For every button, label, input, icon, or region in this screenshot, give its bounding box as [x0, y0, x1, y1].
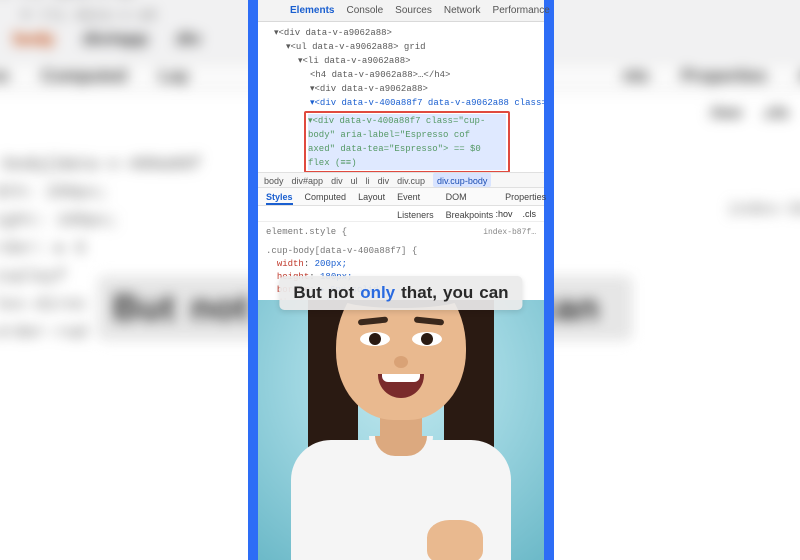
nose-icon [394, 356, 408, 368]
bg-crumb-app: div#app [81, 21, 151, 60]
dom-node[interactable]: ▾<li data-v-a9062a88> [264, 54, 538, 68]
bg-tab: Properties [681, 62, 766, 92]
crumb[interactable]: div [331, 173, 343, 187]
crumb[interactable]: ul [351, 173, 358, 187]
dom-node[interactable]: <h4 data-v-a9062a88>…</h4> [264, 68, 538, 82]
bg-css-val: 180px; [56, 211, 118, 230]
caption-bar: But not only that, you can [279, 276, 522, 310]
hov-toggle[interactable]: :hov [495, 206, 512, 222]
bg-cls: .cls [762, 103, 789, 125]
css-val[interactable]: 200px; [315, 259, 347, 269]
bg-dom-line: ▸ <li data-v-a9 [0, 0, 135, 4]
presenter-collar [369, 436, 433, 462]
cls-toggle[interactable]: .cls [523, 206, 537, 222]
caption-word: But [113, 286, 176, 329]
subtab-computed[interactable]: Computed [305, 188, 347, 205]
bg-tab: es [0, 62, 9, 92]
bg-tab: nts [623, 62, 649, 92]
bg-css-block: -body[data-v-400a88f dth: 200px; ight: 1… [0, 150, 201, 347]
bg-css-prop: ight [0, 211, 35, 230]
styles-subtabs: Styles Computed Layout Event Listeners D… [258, 188, 544, 206]
css-prop[interactable]: width [277, 259, 304, 269]
presenter-head [336, 300, 466, 420]
caption-word: that, [401, 282, 437, 304]
devtools-panel: Elements Console Sources Network Perform… [258, 0, 544, 316]
tab-elements[interactable]: Elements [290, 0, 334, 22]
presenter-video [258, 300, 544, 560]
mouth-icon [378, 374, 424, 398]
dom-selected-line: axed" data-tea="Espresso"> == $0 flex (≡… [308, 142, 506, 170]
bg-css-prop: lex-direc [0, 295, 87, 314]
caption-word: But [293, 282, 321, 304]
dom-node[interactable]: ▾<div data-v-a9062a88> [264, 26, 538, 40]
bg-css-source: index-b8 [727, 200, 800, 219]
stage: ▸ <li data-v-a9 ▾ <li data-v-a9 body div… [0, 0, 800, 560]
bg-tab: Computed [41, 62, 126, 92]
subtab-styles[interactable]: Styles [266, 188, 293, 205]
subtab-layout[interactable]: Layout [358, 188, 385, 205]
caption-word: you [443, 282, 473, 304]
bg-crumb-div: div [174, 21, 203, 60]
brow-icon [358, 316, 388, 325]
bg-css-prop: dth [0, 183, 25, 202]
dom-node[interactable]: ▾<ul data-v-a9062a88> grid [264, 40, 538, 54]
subtab-properties[interactable]: Properties [505, 188, 546, 205]
bg-breadcrumb: body div#app div [11, 25, 203, 55]
bg-crumb-body: body [11, 21, 57, 60]
bg-css-selector: -body[data-v-400a88f [0, 150, 201, 178]
eye-icon [360, 332, 390, 346]
bg-css-val: 200px; [46, 183, 108, 202]
crumb[interactable]: body [264, 173, 284, 187]
elements-dom-tree[interactable]: ▾<div data-v-a9062a88> ▾<ul data-v-a9062… [258, 22, 544, 172]
presenter [291, 300, 511, 560]
tab-sources[interactable]: Sources [395, 0, 432, 22]
bg-css-prop: isplay [0, 267, 56, 286]
caption-word: can [479, 282, 508, 304]
bg-css-val: ▸ 6 [56, 239, 85, 258]
crumb-active[interactable]: div.cup-body [433, 173, 491, 187]
bg-hov: :hov [708, 103, 742, 125]
tab-console[interactable]: Console [346, 0, 383, 22]
crumb[interactable]: div [378, 173, 390, 187]
subtab-dom-breakpoints[interactable]: DOM Breakpoints [446, 188, 494, 205]
dom-selected-node[interactable]: ▾<div data-v-400a88f7 class="cup-body" a… [304, 111, 510, 172]
bg-css-prop: order-rad [0, 323, 87, 342]
tab-performance[interactable]: Performance [493, 0, 550, 22]
bg-dom-line: ▾ <li data-v-a9 [22, 6, 157, 28]
tab-network[interactable]: Network [444, 0, 481, 22]
dom-selected-line: ▾<div data-v-400a88f7 class="cup-body" a… [308, 114, 506, 142]
devtools-toolbar: Elements Console Sources Network Perform… [258, 0, 544, 22]
eye-icon [412, 332, 442, 346]
dom-open-tag: ▾<div data-v-400a88f7 data-v-a9062a88 cl… [310, 98, 544, 108]
css-selector[interactable]: .cup-body[data-v-400a88f7] { [266, 245, 536, 258]
dom-node[interactable]: ▾<div data-v-a9062a88> [264, 82, 538, 96]
dom-breadcrumb[interactable]: body div#app div ul li div div.cup div.c… [258, 172, 544, 188]
bg-css-val: f [56, 267, 66, 286]
subtab-event-listeners[interactable]: Event Listeners [397, 188, 434, 205]
bg-css-prop: rder [0, 239, 35, 258]
css-source-link[interactable]: index-b87f… [483, 226, 536, 239]
bg-tab: Lay [159, 62, 189, 92]
crumb[interactable]: div.cup [397, 173, 425, 187]
caption-word: not [328, 282, 354, 304]
caption-word-highlight: only [360, 282, 395, 304]
crumb[interactable]: div#app [292, 173, 324, 187]
crumb[interactable]: li [366, 173, 370, 187]
dom-node-open[interactable]: ▾<div data-v-400a88f7 data-v-a9062a88 cl… [264, 96, 538, 110]
presenter-hand [427, 520, 483, 560]
presenter-body [291, 440, 511, 560]
phone-frame: Elements Console Sources Network Perform… [248, 0, 554, 560]
caption-word: not [191, 286, 250, 329]
brow-icon [414, 316, 444, 325]
bg-hov-cls: :hov .cls [708, 103, 789, 125]
